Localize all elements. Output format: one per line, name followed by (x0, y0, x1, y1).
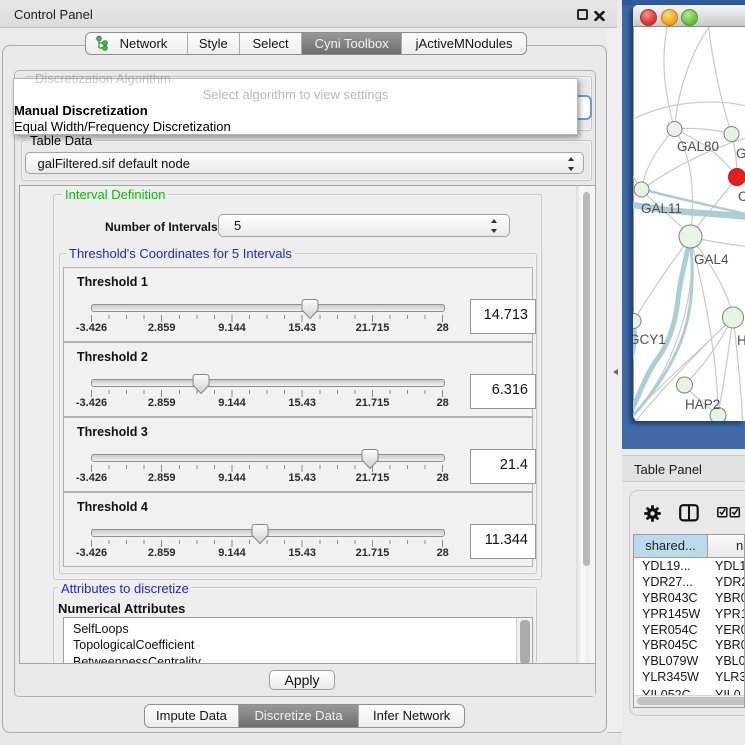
svg-text:H: H (737, 333, 745, 348)
svg-text:HAP2: HAP2 (685, 397, 720, 412)
svg-text:GCY1: GCY1 (633, 332, 666, 347)
svg-text:GA: GA (736, 146, 745, 161)
svg-text:CY: CY (738, 189, 745, 204)
svg-text:GAL80: GAL80 (677, 139, 719, 154)
svg-text:GAL4: GAL4 (694, 252, 729, 267)
svg-text:GAL11: GAL11 (641, 201, 682, 216)
